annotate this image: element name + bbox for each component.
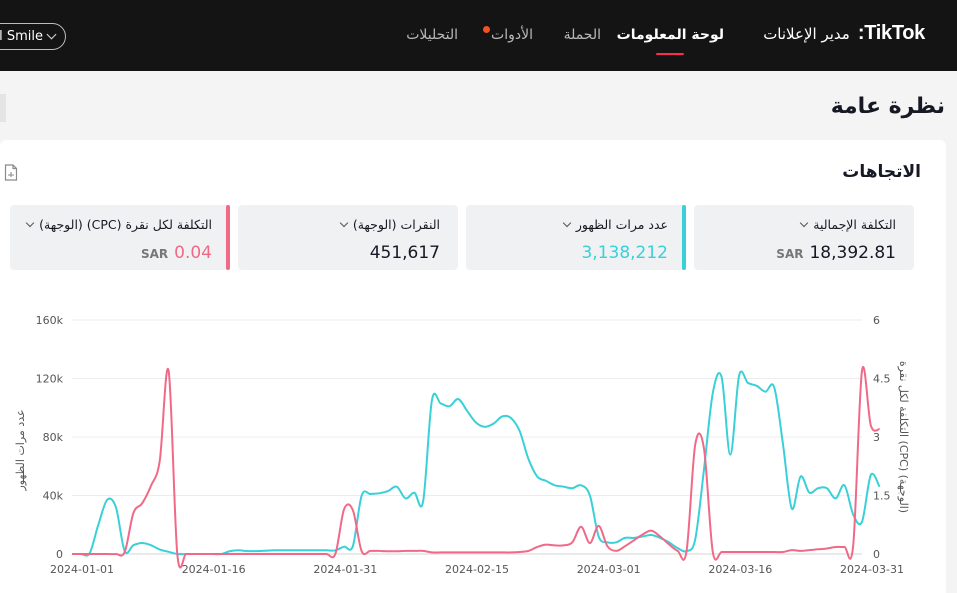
trend-line-chart: 0 40k 80k 120k 160k 0 1.5 3 4.5 6 2024-01-01 2024… [36,314,904,576]
side-panel-edge [0,94,6,122]
right-axis-title-text: التكلفة لكل نقرة (CPC) (الوجهة) [897,361,910,513]
metric-unit: SAR [776,247,804,261]
tiktok-logo: TikTok: [857,22,925,44]
nav-dashboard-label: لوحة المعلومات [616,27,724,43]
right-axis-ticks: 0 1.5 3 4.5 6 [873,314,891,561]
nav-tools[interactable]: الأدوات [491,27,533,47]
brand[interactable]: TikTok: مدير الإعلانات [763,22,925,45]
nav-campaign[interactable]: الحملة [564,27,601,47]
x-tick-label: 2024-03-31 [840,563,904,576]
top-navigation-bar: TikTok: مدير الإعلانات لوحة المعلومات ال… [0,0,957,71]
account-switcher-button[interactable]: l Smile [0,23,66,50]
metric-card-cpc[interactable]: التكلفة لكل نقرة (CPC) (الوجهة) SAR 0.04 [10,205,230,270]
chevron-down-icon [339,218,349,227]
metric-label[interactable]: عدد مرات الظهور [562,217,668,232]
tools-notification-dot [483,26,490,33]
y2-tick-label: 6 [873,314,880,327]
nav-campaign-label: الحملة [563,27,601,43]
chart-series [71,366,881,569]
y-tick-label: 80k [43,431,64,444]
y2-tick-label: 0 [873,548,880,561]
x-tick-label: 2024-01-01 [50,563,114,576]
impressions-series-line [71,370,881,557]
cpc-series-line [72,366,880,569]
metric-label-text: النقرات (الوجهة) [352,217,440,232]
metric-value: 3,138,212 [581,243,668,263]
metric-value: 18,392.81 [809,243,896,263]
metric-label-text: التكلفة الإجمالية [813,217,896,232]
active-tab-indicator [656,53,685,55]
nav-tools-label: الأدوات [491,27,533,43]
metric-label-text: التكلفة لكل نقرة (CPC) (الوجهة) [39,217,212,232]
metric-value: 0.04 [174,243,212,263]
series-color-bar [226,205,230,270]
metric-value-row: SAR 0.04 [141,243,212,263]
y-tick-label: 0 [56,548,63,561]
page-title: نظرة عامة [830,94,945,119]
left-axis-title-text: عدد مرات الظهور [14,409,27,491]
metric-value-row: 3,138,212 [581,243,668,263]
metric-card-total-cost[interactable]: التكلفة الإجمالية SAR 18,392.81 [694,205,914,270]
left-axis-title: عدد مرات الظهور [14,409,27,491]
x-tick-label: 2024-01-16 [182,563,246,576]
x-tick-label: 2024-03-16 [708,563,772,576]
metric-label[interactable]: التكلفة لكل نقرة (CPC) (الوجهة) [25,217,212,232]
nav-dashboard[interactable]: لوحة المعلومات [616,27,724,55]
metric-unit: SAR [140,247,169,261]
nav-analytics[interactable]: التحليلات [406,27,458,47]
y2-tick-label: 1.5 [873,490,891,503]
chevron-down-icon [800,218,809,227]
y2-tick-label: 4.5 [873,373,891,386]
right-axis-title: التكلفة لكل نقرة (CPC) (الوجهة) [897,361,910,513]
chevron-down-icon [562,218,572,227]
y-tick-label: 160k [36,314,64,327]
x-tick-label: 2024-01-31 [313,563,377,576]
chart-grid [72,319,862,555]
nav-analytics-label: التحليلات [406,27,458,43]
metric-value-row: 451,617 [370,243,440,263]
left-axis-ticks: 0 40k 80k 120k 160k [36,314,64,561]
y2-tick-label: 3 [873,431,880,444]
y-tick-label: 120k [36,373,64,386]
metric-card-impressions[interactable]: عدد مرات الظهور 3,138,212 [466,205,686,270]
x-tick-label: 2024-03-01 [577,563,641,576]
y-tick-label: 40k [43,490,64,503]
export-icon[interactable] [4,164,18,181]
account-name: l Smile [0,29,43,44]
series-color-bar [682,205,686,270]
section-title: الاتجاهات [842,162,921,182]
chevron-down-icon [46,29,57,40]
metric-value-row: SAR 18,392.81 [776,243,896,263]
chevron-down-icon [25,218,35,227]
metric-card-clicks[interactable]: النقرات (الوجهة) 451,617 [238,205,458,270]
metric-label[interactable]: النقرات (الوجهة) [339,217,440,232]
brand-title: مدير الإعلانات [763,24,850,43]
metric-label-text: عدد مرات الظهور [575,217,668,232]
metric-label[interactable]: التكلفة الإجمالية [800,217,896,232]
x-tick-label: 2024-02-15 [445,563,509,576]
metric-value: 451,617 [369,243,440,263]
